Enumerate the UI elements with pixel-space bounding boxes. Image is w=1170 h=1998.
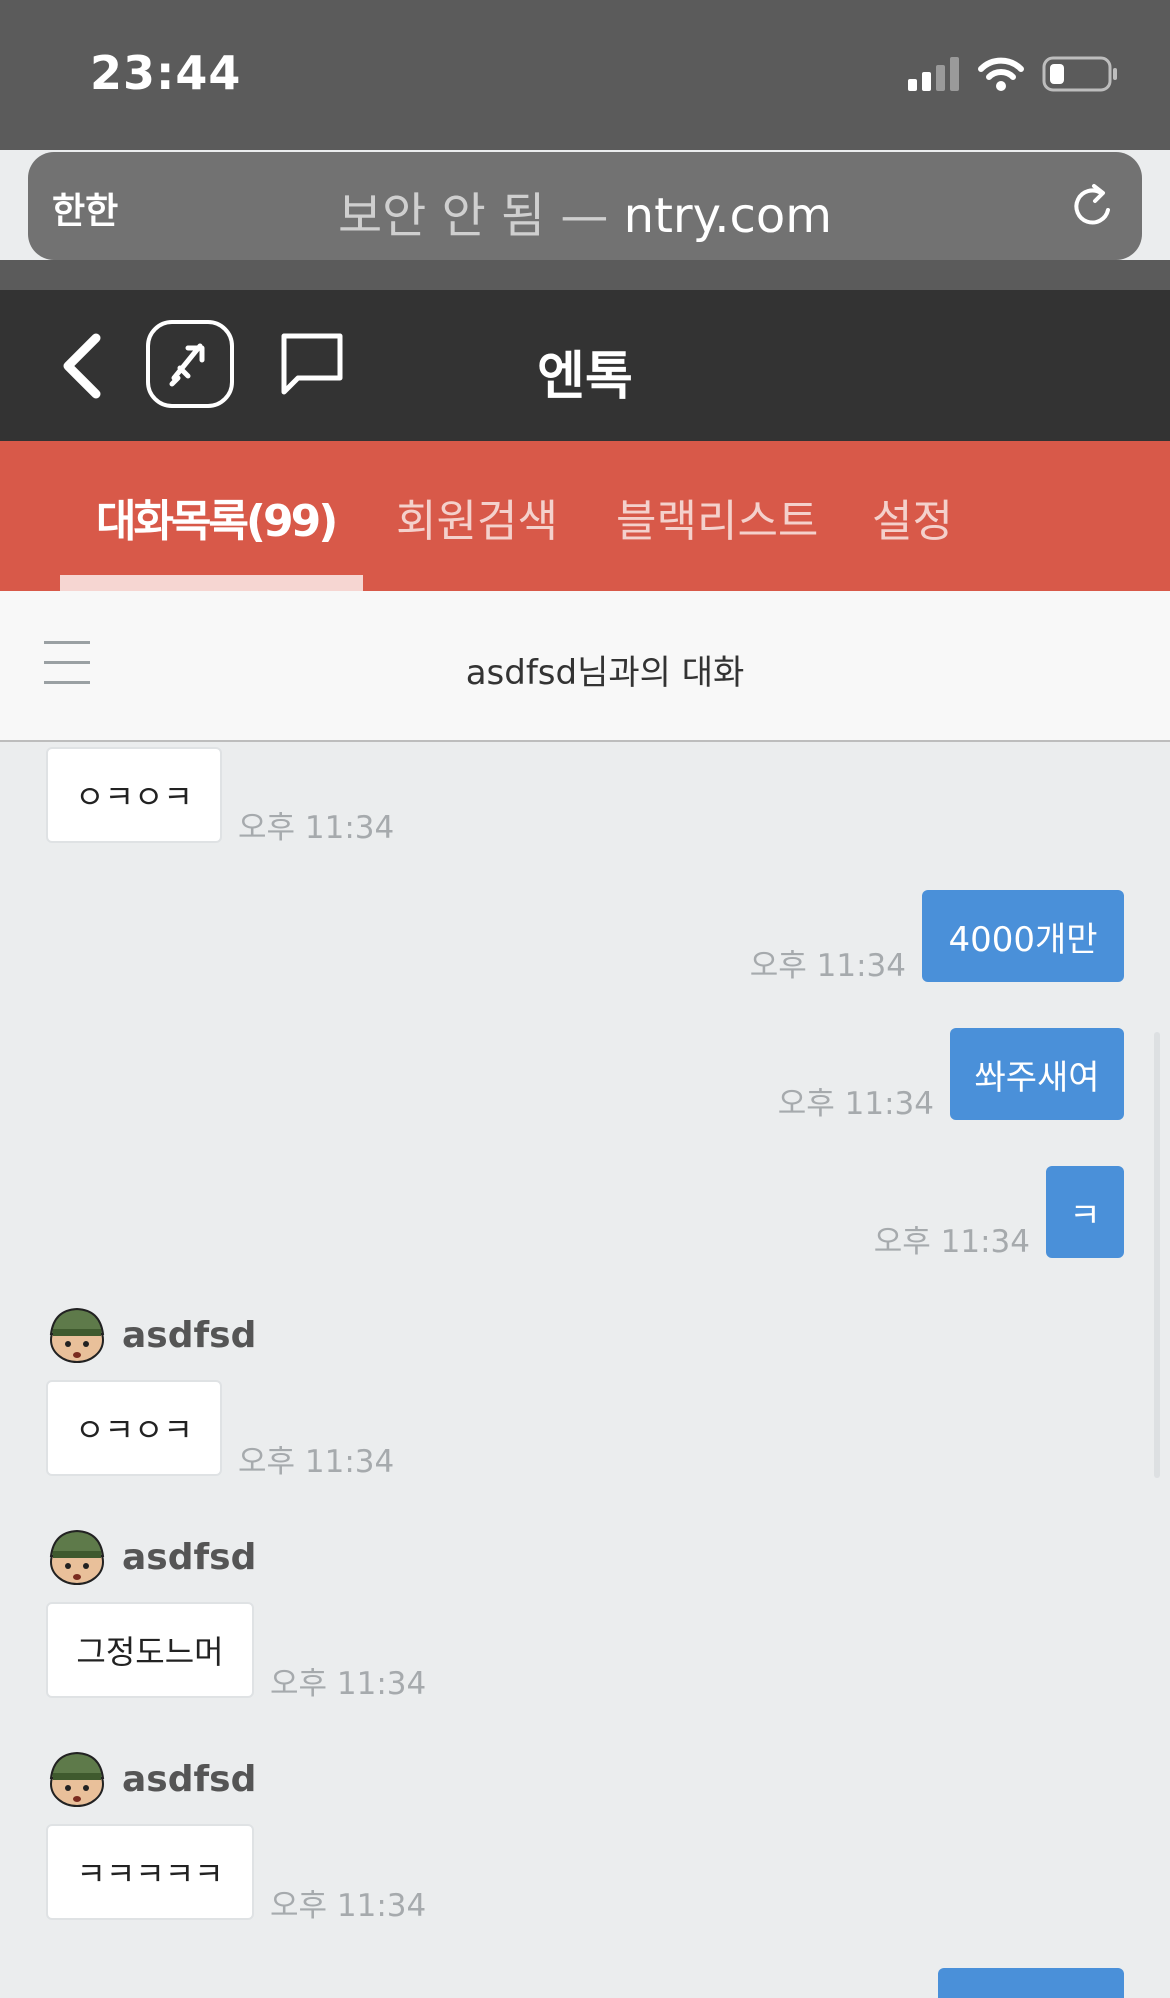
tab-bar: 대화목록(99) 회원검색 블랙리스트 설정 [0, 441, 1170, 591]
incoming-bubble[interactable]: ㅇㅋㅇㅋ [46, 1380, 222, 1476]
signal-icon [908, 57, 959, 91]
status-time: 23:44 [90, 46, 242, 100]
sender-row: asdfsd [46, 1526, 256, 1588]
sender-name[interactable]: asdfsd [122, 1315, 256, 1356]
active-tab-indicator [60, 575, 363, 591]
url-domain: ntry.com [623, 188, 832, 244]
avatar-icon[interactable] [46, 1526, 108, 1588]
url-security: 보안 안 됨 [338, 188, 546, 244]
app-title: 엔톡 [537, 347, 633, 407]
sender-row: asdfsd [46, 1748, 256, 1810]
browser-chrome-bottom [0, 260, 1170, 290]
sender-name[interactable]: asdfsd [122, 1537, 256, 1578]
incoming-bubble[interactable]: ㅋㅋㅋㅋㅋ [46, 1824, 254, 1920]
url-text[interactable]: 보안 안 됨 — ntry.com [28, 176, 1142, 246]
conversation-title: asdfsd님과의 대화 [465, 653, 745, 693]
avatar-icon[interactable] [46, 1304, 108, 1366]
tab-settings[interactable]: 설정 [872, 485, 953, 549]
message-time: 오후 11:34 [270, 1888, 427, 1924]
tab-blacklist[interactable]: 블랙리스트 [616, 485, 818, 549]
sender-row: asdfsd [46, 1304, 256, 1366]
outgoing-bubble-partial[interactable] [938, 1968, 1124, 1998]
message-time: 오후 11:34 [749, 948, 906, 984]
outgoing-bubble[interactable]: ㅋ [1046, 1166, 1124, 1258]
message-time: 오후 11:34 [777, 1086, 934, 1122]
tab-conversations[interactable]: 대화목록(99) [96, 485, 338, 549]
conversation-header: asdfsd님과의 대화 [0, 591, 1170, 742]
chat-area[interactable]: ㅇㅋㅇㅋ 오후 11:34 4000개만 오후 11:34 쏴주새여 오후 11… [0, 742, 1170, 1998]
status-bar: 23:44 [0, 0, 1170, 150]
incoming-bubble[interactable]: ㅇㅋㅇㅋ [46, 747, 222, 843]
url-bar[interactable]: 한한 보안 안 됨 — ntry.com [28, 152, 1142, 260]
outgoing-bubble[interactable]: 쏴주새여 [950, 1028, 1124, 1120]
outgoing-bubble[interactable]: 4000개만 [922, 890, 1124, 982]
message-time: 오후 11:34 [238, 810, 395, 846]
wifi-icon [978, 57, 1024, 91]
message-time: 오후 11:34 [270, 1666, 427, 1702]
app-navbar: 엔톡 [0, 290, 1170, 441]
reload-icon[interactable] [1068, 180, 1120, 232]
status-icons [908, 54, 1118, 94]
battery-icon [1042, 56, 1117, 92]
message-time: 오후 11:34 [238, 1444, 395, 1480]
avatar-icon[interactable] [46, 1748, 108, 1810]
message-time: 오후 11:34 [873, 1224, 1030, 1260]
sender-name[interactable]: asdfsd [122, 1759, 256, 1800]
scrollbar[interactable] [1154, 1032, 1160, 1478]
url-separator: — [545, 188, 624, 244]
tab-member-search[interactable]: 회원검색 [396, 485, 558, 549]
incoming-bubble[interactable]: 그정도느머 [46, 1602, 254, 1698]
